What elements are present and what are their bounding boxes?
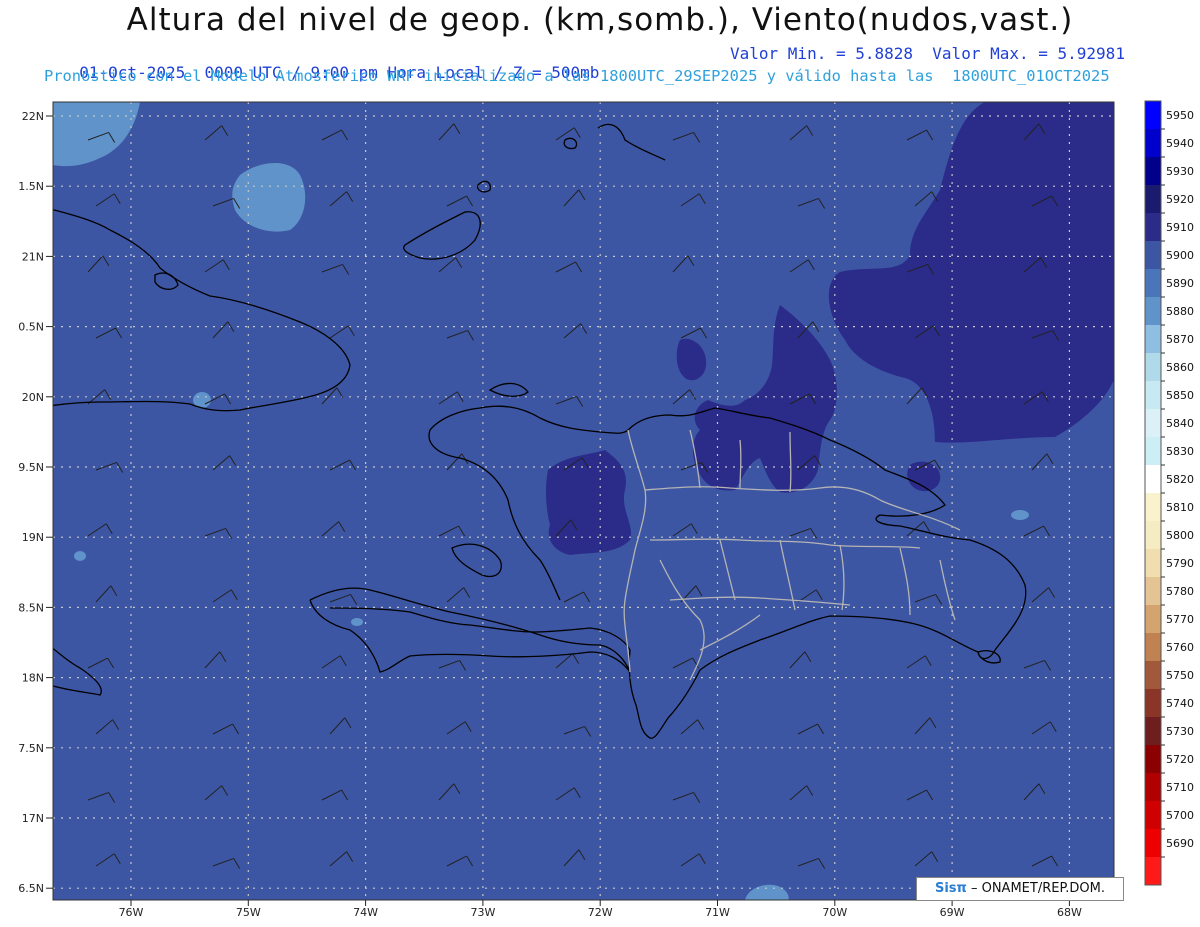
colorbar-label: 5900 (1166, 249, 1194, 262)
colorbar-swatch (1145, 493, 1161, 521)
lat-label: 21N (22, 250, 44, 263)
lon-label: 73W (470, 906, 495, 919)
colorbar-swatch (1145, 101, 1161, 129)
lon-label: 68W (1057, 906, 1082, 919)
colorbar-swatch (1145, 605, 1161, 633)
colorbar-swatch (1145, 437, 1161, 465)
lat-label: 1.5N (18, 180, 44, 193)
colorbar-swatch (1145, 269, 1161, 297)
colorbar-swatch (1145, 717, 1161, 745)
colorbar-label: 5710 (1166, 781, 1194, 794)
colorbar-swatch (1145, 689, 1161, 717)
longitude-labels: 76W 75W 74W 73W 72W 71W 70W 69W 68W (119, 900, 1082, 919)
colorbar-swatch (1145, 577, 1161, 605)
colorbar-swatch (1145, 381, 1161, 409)
credit-badge: Sisπ – ONAMET/REP.DOM. (916, 877, 1124, 901)
low-geopotential-spot (74, 551, 86, 561)
colorbar-swatch (1145, 409, 1161, 437)
colorbar-label: 5800 (1166, 529, 1194, 542)
lon-label: 76W (119, 906, 144, 919)
colorbar-label: 5740 (1166, 697, 1194, 710)
colorbar-legend: 5950 5940 5930 5920 5910 5900 5890 5880 5870 5860… (1144, 100, 1194, 886)
high-geopotential-region-west (545, 450, 632, 555)
lat-label: 17N (22, 812, 44, 825)
lat-label: 19N (22, 531, 44, 544)
credit-brand: Sisπ (934, 881, 967, 896)
colorbar-label: 5860 (1166, 361, 1194, 374)
colorbar-swatch (1145, 745, 1161, 773)
colorbar-swatch (1145, 661, 1161, 689)
colorbar-swatch (1145, 549, 1161, 577)
lat-label: 7.5N (18, 742, 44, 755)
colorbar-swatch (1145, 857, 1161, 885)
lat-label: 9.5N (18, 461, 44, 474)
colorbar-label: 5940 (1166, 137, 1194, 150)
colorbar-label: 5930 (1166, 165, 1194, 178)
colorbar-label: 5820 (1166, 473, 1194, 486)
colorbar-swatch (1145, 325, 1161, 353)
colorbar-label: 5880 (1166, 305, 1194, 318)
colorbar-label: 5750 (1166, 669, 1194, 682)
colorbar-label: 5810 (1166, 501, 1194, 514)
colorbar-label: 5780 (1166, 585, 1194, 598)
colorbar-label: 5870 (1166, 333, 1194, 346)
lat-label: 0.5N (18, 321, 44, 334)
lon-label: 70W (822, 906, 847, 919)
colorbar-label: 5760 (1166, 641, 1194, 654)
colorbar-label: 5920 (1166, 193, 1194, 206)
lat-label: 20N (22, 391, 44, 404)
colorbar-swatch (1145, 213, 1161, 241)
colorbar-swatch (1145, 353, 1161, 381)
colorbar-label: 5720 (1166, 753, 1194, 766)
colorbar-label: 5910 (1166, 221, 1194, 234)
credit-text: – ONAMET/REP.DOM. (970, 881, 1105, 896)
map-field (53, 102, 1114, 900)
lat-label: 8.5N (18, 601, 44, 614)
colorbar-label: 5890 (1166, 277, 1194, 290)
low-geopotential-spot (351, 618, 363, 626)
lon-label: 71W (705, 906, 730, 919)
colorbar-swatch (1145, 633, 1161, 661)
colorbar-label: 5690 (1166, 837, 1194, 850)
lat-label: 6.5N (18, 882, 44, 895)
weather-map: 22N 1.5N 21N 0.5N 20N 9.5N 19N 8.5N 18N 7.5N 17N 6.… (18, 100, 1194, 919)
lon-label: 74W (353, 906, 378, 919)
latitude-labels: 22N 1.5N 21N 0.5N 20N 9.5N 19N 8.5N 18N 7.5N 17N 6.… (18, 110, 53, 895)
colorbar-swatch (1145, 829, 1161, 857)
colorbar-swatch (1145, 157, 1161, 185)
colorbar-label: 5700 (1166, 809, 1194, 822)
colorbar-swatch (1145, 801, 1161, 829)
colorbar-label: 5950 (1166, 109, 1194, 122)
colorbar-label: 5840 (1166, 417, 1194, 430)
colorbar-label: 5830 (1166, 445, 1194, 458)
lat-label: 18N (22, 672, 44, 685)
lon-label: 72W (588, 906, 613, 919)
colorbar-swatch (1145, 297, 1161, 325)
colorbar-label: 5770 (1166, 613, 1194, 626)
lat-label: 22N (22, 110, 44, 123)
colorbar-swatch (1145, 185, 1161, 213)
lon-label: 69W (940, 906, 965, 919)
colorbar-swatch (1145, 465, 1161, 493)
colorbar-label: 5850 (1166, 389, 1194, 402)
colorbar-label: 5730 (1166, 725, 1194, 738)
low-geopotential-spot (1011, 510, 1029, 520)
colorbar-swatch (1145, 773, 1161, 801)
colorbar-swatch (1145, 241, 1161, 269)
colorbar-swatch (1145, 129, 1161, 157)
colorbar-swatch (1145, 521, 1161, 549)
colorbar-label: 5790 (1166, 557, 1194, 570)
lon-label: 75W (236, 906, 261, 919)
